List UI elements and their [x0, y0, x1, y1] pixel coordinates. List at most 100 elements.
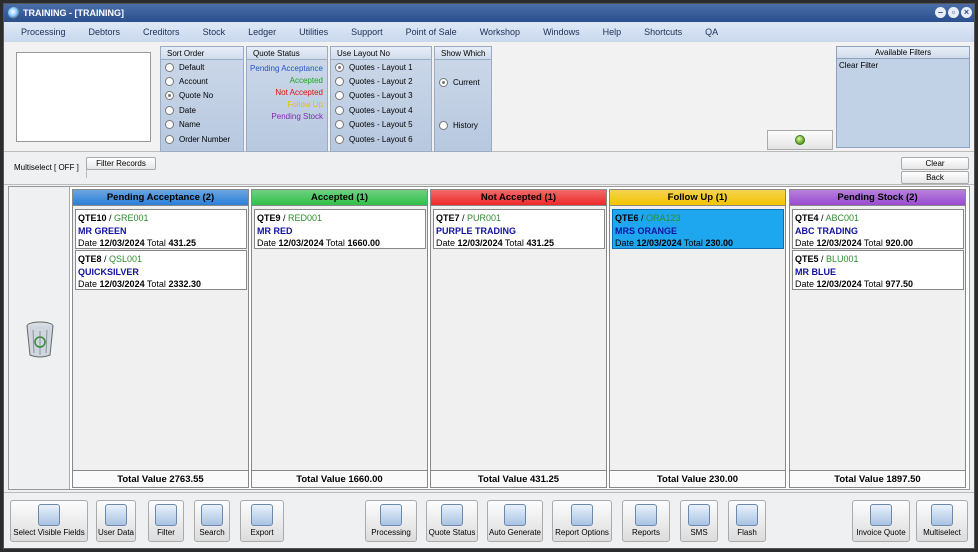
- menu-utilities[interactable]: Utilities: [288, 27, 340, 37]
- filter-button[interactable]: Filter: [148, 500, 184, 542]
- button-label: Reports: [631, 528, 660, 537]
- radio-dot: [165, 134, 174, 144]
- column-total: Total Value 1897.50: [790, 470, 965, 487]
- layout-option-5[interactable]: Quotes - Layout 5: [331, 118, 431, 132]
- customer-name: QUICKSILVER: [78, 266, 139, 277]
- user-icon: [105, 504, 127, 526]
- status-legend-item: Pending Acceptance: [250, 64, 323, 73]
- trash-drop-zone[interactable]: [9, 187, 70, 489]
- customer-name: MRS ORANGE: [615, 225, 678, 236]
- clear-filter-item[interactable]: Clear Filter: [837, 59, 969, 72]
- menu-qa[interactable]: QA: [694, 27, 730, 37]
- radio-dot: [165, 77, 174, 87]
- filter-records-button[interactable]: Filter Records: [86, 157, 156, 170]
- quote-total: 230.00: [705, 238, 733, 248]
- radio-label: Name: [179, 120, 201, 130]
- auto-generate-button[interactable]: Auto Generate: [487, 500, 543, 542]
- show-which-group: Show Which Current History: [434, 46, 492, 152]
- quote-card[interactable]: QTE4 / ABC001 ABC TRADING Date 12/03/2024 …: [792, 209, 964, 249]
- back-button[interactable]: Back: [901, 171, 969, 184]
- card-line-3: Date 12/03/2024 Total 1660.00: [257, 237, 423, 248]
- layout-option-6[interactable]: Quotes - Layout 6: [331, 132, 431, 146]
- sort-option-4[interactable]: Date: [161, 103, 243, 117]
- flash-button[interactable]: Flash: [728, 500, 766, 542]
- radio-label: Date: [179, 105, 196, 115]
- date-label: Date: [436, 238, 456, 248]
- menu-point-of-sale[interactable]: Point of Sale: [395, 27, 469, 37]
- quote-card[interactable]: QTE10 / GRE001 MR GREEN Date 12/03/2024 To…: [75, 209, 247, 249]
- layout-option-4[interactable]: Quotes - Layout 4: [331, 103, 431, 117]
- sort-option-2[interactable]: Account: [161, 74, 243, 88]
- forward-icon: [441, 504, 463, 526]
- radio-label: Quotes - Layout 4: [349, 105, 413, 115]
- available-filters-header: Available Filters: [837, 47, 969, 59]
- menu-processing[interactable]: Processing: [10, 27, 78, 37]
- sort-option-5[interactable]: Name: [161, 118, 243, 132]
- radio-label: Current: [453, 77, 480, 87]
- sort-option-3[interactable]: Quote No: [161, 89, 243, 103]
- quote-card[interactable]: QTE8 / QSL001 QUICKSILVER Date 12/03/2024 …: [75, 250, 247, 290]
- refresh-button[interactable]: [767, 130, 833, 150]
- quote-status-button[interactable]: Quote Status: [426, 500, 478, 542]
- refresh-icon: [795, 135, 805, 145]
- status-legend-item: Not Accepted: [275, 88, 323, 97]
- radio-label: Quotes - Layout 2: [349, 77, 413, 87]
- layout-option-3[interactable]: Quotes - Layout 3: [331, 89, 431, 103]
- maximize-button[interactable]: ▫: [948, 7, 959, 18]
- sms-button[interactable]: SMS: [680, 500, 718, 542]
- select-visible-fields-button[interactable]: Select Visible Fields: [10, 500, 88, 542]
- radio-current[interactable]: Current: [435, 75, 491, 89]
- show-which-header: Show Which: [435, 47, 491, 60]
- close-button[interactable]: ×: [961, 7, 972, 18]
- quote-card[interactable]: QTE6 / ORA123 MRS ORANGE Date 12/03/2024 T…: [612, 209, 784, 249]
- menu-debtors[interactable]: Debtors: [78, 27, 133, 37]
- reports-button[interactable]: Reports: [622, 500, 670, 542]
- processing-button[interactable]: Processing: [365, 500, 417, 542]
- quote-total: 2332.30: [168, 279, 201, 289]
- column-header: Pending Acceptance (2): [73, 190, 248, 206]
- menu-support[interactable]: Support: [340, 27, 395, 37]
- menu-bar: Processing Debtors Creditors Stock Ledge…: [4, 22, 974, 42]
- minimize-button[interactable]: –: [935, 7, 946, 18]
- account-code: QSL001: [109, 254, 143, 264]
- radio-history[interactable]: History: [435, 118, 491, 132]
- multiselect-button[interactable]: Multiselect: [916, 500, 968, 542]
- search-button[interactable]: Search: [194, 500, 230, 542]
- account-code: BLU001: [826, 254, 859, 264]
- customer-name: MR BLUE: [795, 266, 836, 277]
- sort-option-1[interactable]: Default: [161, 60, 243, 74]
- radio-dot: [165, 105, 174, 115]
- radio-dot: [165, 120, 174, 130]
- menu-windows[interactable]: Windows: [532, 27, 592, 37]
- quote-card[interactable]: QTE5 / BLU001 MR BLUE Date 12/03/2024 Tota…: [792, 250, 964, 290]
- quote-card[interactable]: QTE9 / RED001 MR RED Date 12/03/2024 Total…: [254, 209, 426, 249]
- menu-stock[interactable]: Stock: [192, 27, 238, 37]
- quote-date: 12/03/2024: [99, 238, 145, 248]
- layout-option-1[interactable]: Quotes - Layout 1: [331, 60, 431, 74]
- menu-help[interactable]: Help: [592, 27, 634, 37]
- button-label: User Data: [97, 528, 134, 537]
- customer-name: PURPLE TRADING: [436, 225, 517, 236]
- clear-button[interactable]: Clear: [901, 157, 969, 170]
- report-options-button[interactable]: Report Options: [552, 500, 612, 542]
- quote-number: QTE8: [78, 254, 102, 264]
- menu-creditors[interactable]: Creditors: [132, 27, 192, 37]
- button-label: Report Options: [555, 528, 609, 537]
- button-label: Export: [250, 528, 274, 537]
- menu-shortcuts[interactable]: Shortcuts: [633, 27, 694, 37]
- radio-label: Quotes - Layout 6: [349, 134, 413, 144]
- search-icon: [201, 504, 223, 526]
- menu-ledger[interactable]: Ledger: [237, 27, 288, 37]
- available-filters-panel: Available Filters Clear Filter: [836, 46, 970, 148]
- layout-option-2[interactable]: Quotes - Layout 2: [331, 74, 431, 88]
- menu-workshop[interactable]: Workshop: [469, 27, 532, 37]
- date-label: Date: [257, 238, 277, 248]
- date-label: Date: [795, 238, 815, 248]
- export-button[interactable]: Export: [240, 500, 284, 542]
- quote-card[interactable]: QTE7 / PUR001 PURPLE TRADING Date 12/03/20…: [433, 209, 605, 249]
- radio-label: Default: [179, 62, 205, 72]
- radio-dot: [335, 120, 344, 130]
- user-data-button[interactable]: User Data: [96, 500, 136, 542]
- sort-option-6[interactable]: Order Number: [161, 132, 243, 146]
- invoice-quote-button[interactable]: Invoice Quote: [852, 500, 910, 542]
